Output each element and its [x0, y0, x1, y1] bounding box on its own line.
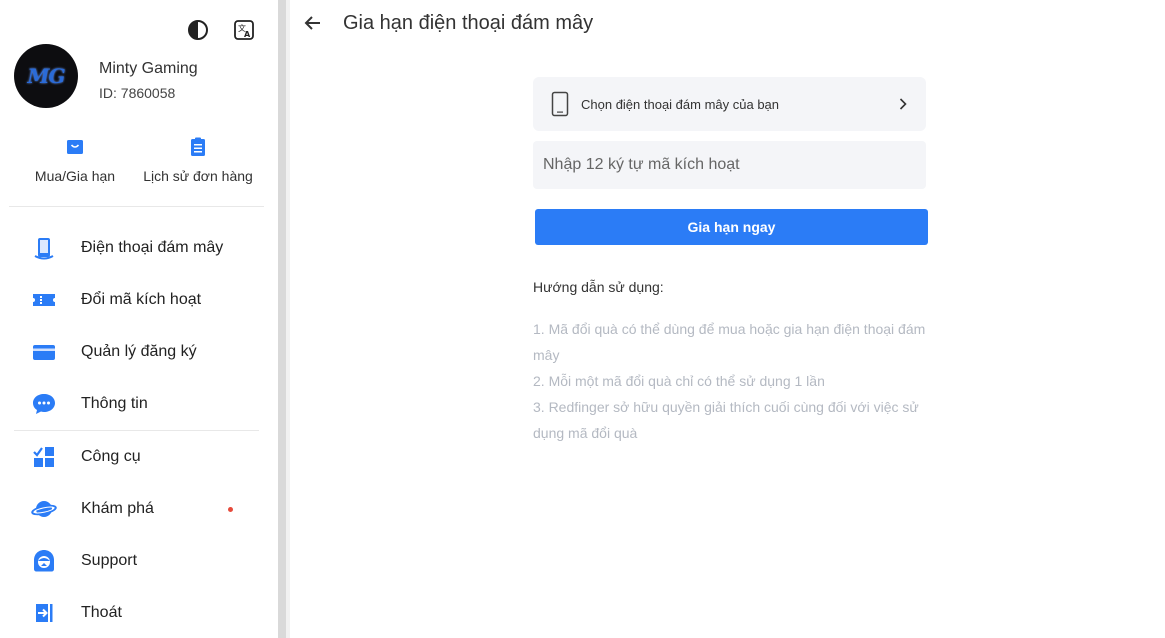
menu-item-support[interactable]: Support [14, 541, 264, 581]
menu-label: Điện thoại đám mây [81, 239, 224, 256]
page-title: Gia hạn điện thoại đám mây [343, 12, 594, 34]
logout-icon [31, 600, 57, 626]
menu-label: Quản lý đăng ký [81, 343, 197, 360]
sidebar: 文A MG Minty Gaming ID: 7860058 Mua/Gia h… [0, 0, 278, 638]
menu-item-tools[interactable]: Công cụ [14, 437, 264, 477]
menu-item-explore[interactable]: Khám phá [14, 489, 264, 529]
svg-text:A: A [244, 30, 251, 39]
divider [9, 206, 264, 207]
avatar[interactable]: MG [14, 44, 78, 108]
menu-label: Support [81, 552, 138, 569]
guide-item: 2. Mỗi một mã đổi quà chỉ có thể sử dụng… [533, 373, 825, 389]
menu-item-subscriptions[interactable]: Quản lý đăng ký [14, 332, 264, 372]
select-cloud-phone[interactable]: Chọn điện thoại đám mây của bạn [533, 77, 926, 131]
cloud-phone-icon [31, 235, 57, 261]
menu-label: Công cụ [81, 448, 141, 465]
back-arrow-icon[interactable] [302, 12, 324, 34]
activation-code-input[interactable] [533, 141, 926, 189]
chevron-right-icon [898, 96, 908, 112]
shopping-bag-icon [67, 140, 83, 154]
notification-dot [228, 507, 233, 512]
menu-item-cloud-phone[interactable]: Điện thoại đám mây [14, 228, 264, 268]
menu-item-logout[interactable]: Thoát [14, 593, 264, 633]
translate-icon[interactable]: 文A [232, 18, 256, 42]
theme-contrast-icon[interactable] [186, 18, 210, 42]
buy-renew-button[interactable]: Mua/Gia hạn [30, 136, 120, 184]
menu-label: Đổi mã kích hoạt [81, 291, 202, 308]
clipboard-list-icon [191, 137, 205, 156]
divider [14, 430, 259, 431]
buy-renew-label: Mua/Gia hạn [34, 168, 116, 184]
top-icon-bar: 文A [186, 18, 256, 42]
menu-item-messages[interactable]: Thông tin [14, 384, 264, 424]
phone-icon [550, 91, 570, 117]
planet-icon [31, 496, 57, 522]
sidebar-edge [286, 0, 290, 638]
menu-label: Khám phá [81, 500, 154, 517]
menu-label: Thông tin [81, 395, 148, 412]
select-cloud-phone-label: Chọn điện thoại đám mây của bạn [581, 96, 780, 112]
avatar-logo-text: MG [27, 64, 65, 88]
guide-list: 1. Mã đổi quà có thể dùng để mua hoặc gi… [533, 316, 933, 446]
card-icon [31, 339, 57, 365]
menu-item-redeem-code[interactable]: Đổi mã kích hoạt [14, 280, 264, 320]
guide-item: 1. Mã đổi quà có thể dùng để mua hoặc gi… [533, 321, 926, 363]
guide-title: Hướng dẫn sử dụng: [533, 279, 664, 295]
tools-grid-icon [31, 444, 57, 470]
menu-label: Thoát [81, 604, 122, 621]
user-id: ID: 7860058 [99, 85, 176, 101]
order-history-button[interactable]: Lịch sử đơn hàng [140, 136, 256, 184]
username: Minty Gaming [99, 60, 198, 77]
sidebar-scrollbar[interactable] [278, 0, 286, 638]
renew-now-button[interactable]: Gia hạn ngay [535, 209, 928, 245]
ticket-icon [31, 287, 57, 313]
chat-bubble-icon [31, 391, 57, 417]
order-history-label: Lịch sử đơn hàng [143, 168, 253, 184]
support-agent-icon [31, 548, 57, 574]
guide-item: 3. Redfinger sở hữu quyền giải thích cuố… [533, 399, 919, 441]
